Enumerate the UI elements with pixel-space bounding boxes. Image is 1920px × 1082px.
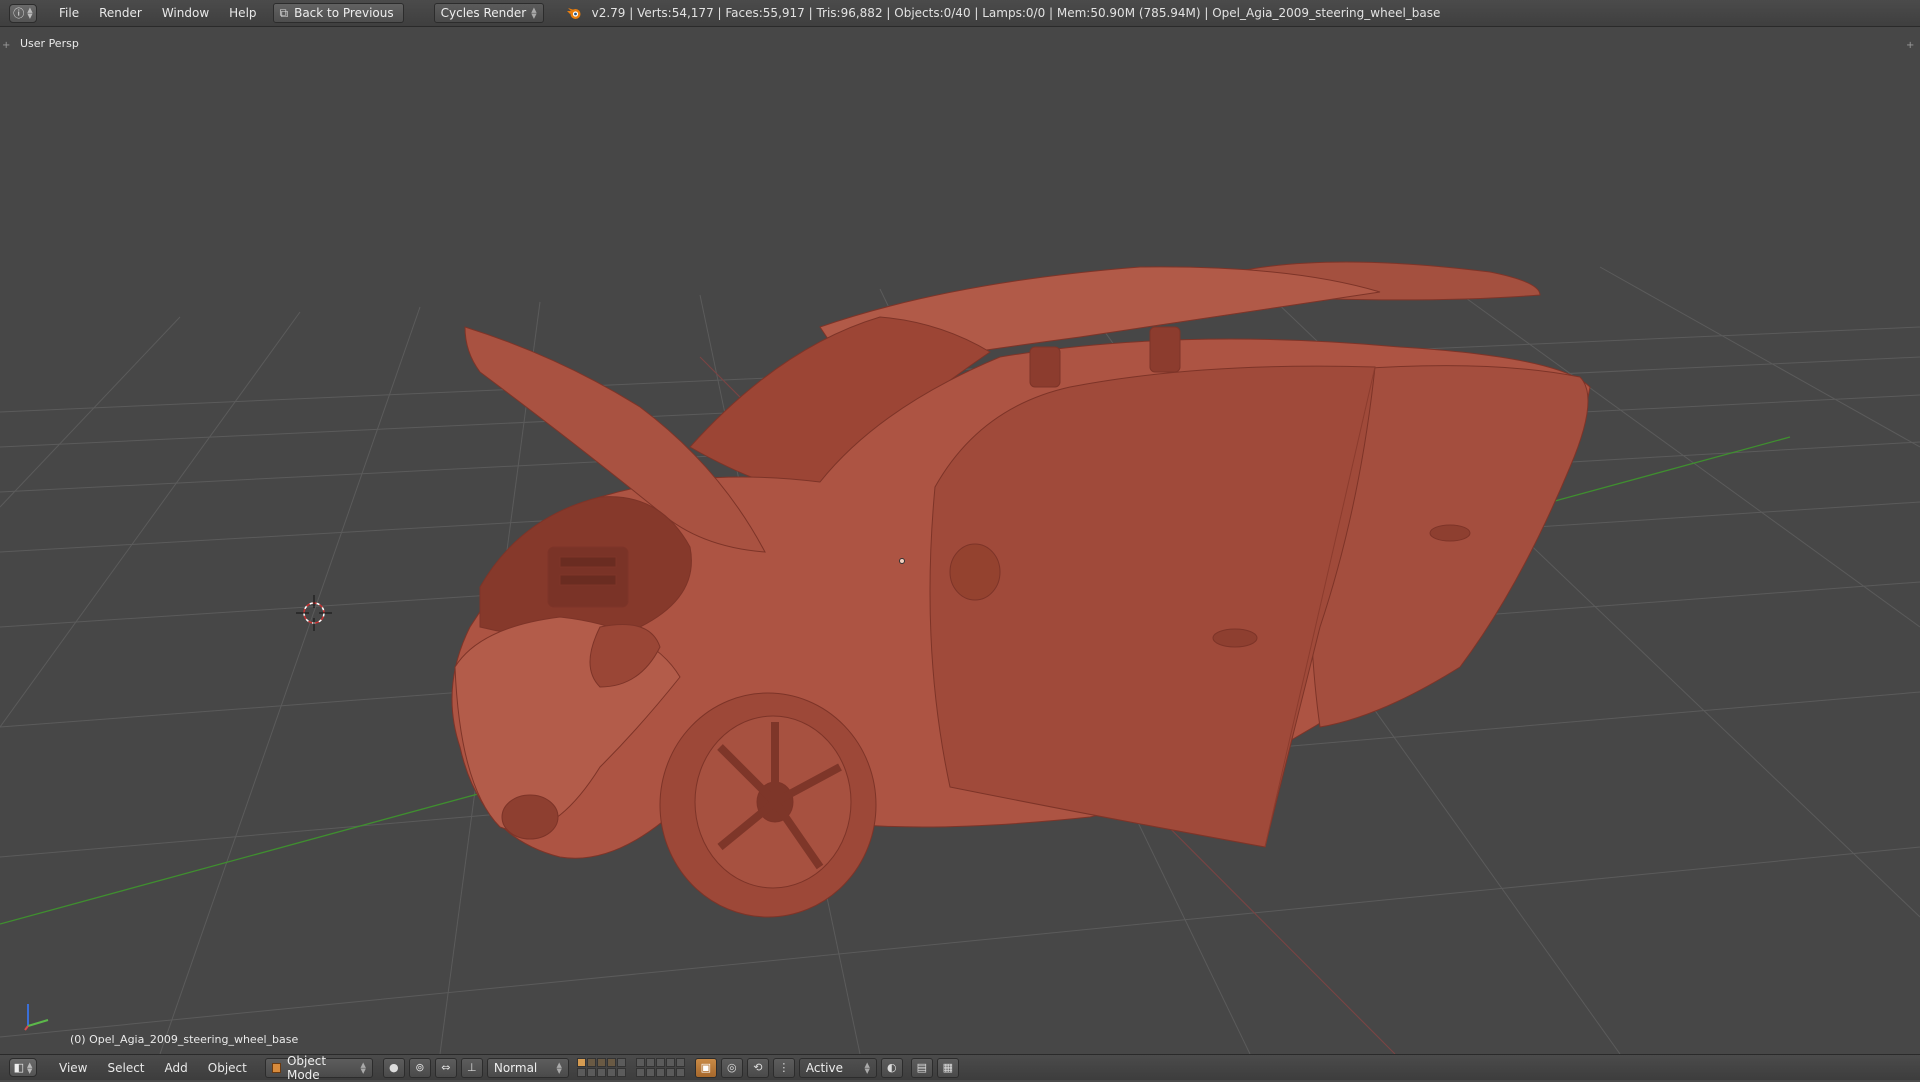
back-to-previous-label: Back to Previous bbox=[294, 6, 394, 20]
menu-file[interactable]: File bbox=[49, 0, 89, 27]
opengl-render-icon: ◐ bbox=[887, 1061, 897, 1074]
view-name-label: User Persp bbox=[20, 37, 79, 50]
blender-logo-icon bbox=[566, 5, 582, 21]
dropdown-arrows-icon: ▲ ▼ bbox=[556, 1060, 562, 1075]
menu-render[interactable]: Render bbox=[89, 0, 152, 27]
lock-camera-button[interactable]: ▣ bbox=[694, 1057, 717, 1078]
3d-viewport[interactable]: + + User Persp (0) Opel_Agia_2009_steeri… bbox=[0, 27, 1920, 1054]
render-still-button[interactable]: ▤ bbox=[910, 1057, 933, 1078]
back-to-previous-button[interactable]: ⧉ Back to Previous bbox=[272, 3, 404, 23]
editor-type-button[interactable]: ⓘ ▲ ▼ bbox=[9, 3, 37, 23]
snap-toggle-button[interactable]: ⟲ bbox=[746, 1057, 769, 1078]
editor-type-button[interactable]: ◧ ▲ ▼ bbox=[9, 1058, 37, 1077]
dropdown-arrows-icon: ▲ ▼ bbox=[360, 1060, 366, 1075]
snap-element-icon: ⋮ bbox=[778, 1061, 790, 1074]
snap-target-label: Active bbox=[805, 1060, 843, 1075]
3d-view-icon: ◧ bbox=[13, 1061, 24, 1074]
render-engine-label: Cycles Render bbox=[440, 6, 527, 20]
car-model bbox=[451, 261, 1591, 918]
active-object-label: (0) Opel_Agia_2009_steering_wheel_base bbox=[70, 1033, 299, 1046]
menu-view[interactable]: View bbox=[49, 1055, 97, 1081]
dropdown-arrows-icon: ▲ ▼ bbox=[27, 1060, 33, 1075]
3d-view-header: ◧ ▲ ▼ View Select Add Object Object Mode … bbox=[0, 1054, 1920, 1082]
transform-orientation-select[interactable]: Normal ▲ ▼ bbox=[486, 1057, 569, 1078]
lock-icon: ▣ bbox=[700, 1061, 712, 1074]
proportional-editing-icon: ◎ bbox=[727, 1061, 737, 1074]
clapper-icon: ▦ bbox=[942, 1061, 954, 1074]
snap-icon: ⟲ bbox=[753, 1061, 763, 1074]
scene-statistics: v2.79 | Verts:54,177 | Faces:55,917 | Tr… bbox=[591, 6, 1441, 20]
manipulator-toggle-button[interactable]: ⇔ bbox=[434, 1057, 457, 1078]
dropdown-arrows-icon: ▲ ▼ bbox=[27, 6, 33, 20]
proportional-editing-button[interactable]: ◎ bbox=[720, 1057, 743, 1078]
solid-shading-icon: ● bbox=[389, 1061, 399, 1074]
render-opengl-button[interactable]: ◐ bbox=[880, 1057, 903, 1078]
pivot-point-button[interactable]: ⊚ bbox=[408, 1057, 431, 1078]
camera-icon: ▤ bbox=[916, 1061, 928, 1074]
interaction-mode-label: Object Mode bbox=[286, 1053, 327, 1082]
menu-window[interactable]: Window bbox=[152, 0, 219, 27]
screen-back-icon: ⧉ bbox=[279, 5, 289, 20]
snap-element-button[interactable]: ⋮ bbox=[772, 1057, 795, 1078]
area-split-icon[interactable]: + bbox=[2, 41, 12, 51]
transform-orientation-icon-button[interactable]: ⊥ bbox=[460, 1057, 483, 1078]
menu-select[interactable]: Select bbox=[97, 1055, 154, 1081]
menu-help[interactable]: Help bbox=[219, 0, 266, 27]
snap-target-select[interactable]: Active ▲ ▼ bbox=[798, 1057, 877, 1078]
render-engine-select[interactable]: Cycles Render ▲ ▼ bbox=[433, 3, 544, 23]
pivot-point-icon: ⊚ bbox=[415, 1061, 425, 1074]
menu-object[interactable]: Object bbox=[198, 1055, 257, 1081]
interaction-mode-select[interactable]: Object Mode ▲ ▼ bbox=[264, 1054, 373, 1082]
axis-gizmo-icon bbox=[24, 1004, 49, 1031]
layer-buttons bbox=[576, 1058, 685, 1077]
info-icon: ⓘ bbox=[13, 7, 25, 20]
render-animation-button[interactable]: ▦ bbox=[936, 1057, 959, 1078]
dropdown-arrows-icon: ▲ ▼ bbox=[531, 6, 537, 20]
axis-icon: ⊥ bbox=[467, 1061, 477, 1074]
info-header: ⓘ ▲ ▼ File Render Window Help ⧉ Back to P… bbox=[0, 0, 1920, 27]
main-menu: File Render Window Help bbox=[49, 0, 267, 27]
menu-add[interactable]: Add bbox=[155, 1055, 198, 1081]
viewport-scene bbox=[0, 261, 1920, 1054]
layer-grid-right[interactable] bbox=[635, 1058, 685, 1077]
object-mode-icon bbox=[271, 1062, 281, 1073]
layer-grid-left[interactable] bbox=[576, 1058, 626, 1077]
dropdown-arrows-icon: ▲ ▼ bbox=[864, 1060, 870, 1075]
viewport-shading-button[interactable]: ● bbox=[382, 1057, 405, 1078]
area-split-icon[interactable]: + bbox=[1906, 41, 1916, 51]
transform-orientation-label: Normal bbox=[493, 1060, 538, 1075]
manipulator-icon: ⇔ bbox=[441, 1061, 451, 1074]
